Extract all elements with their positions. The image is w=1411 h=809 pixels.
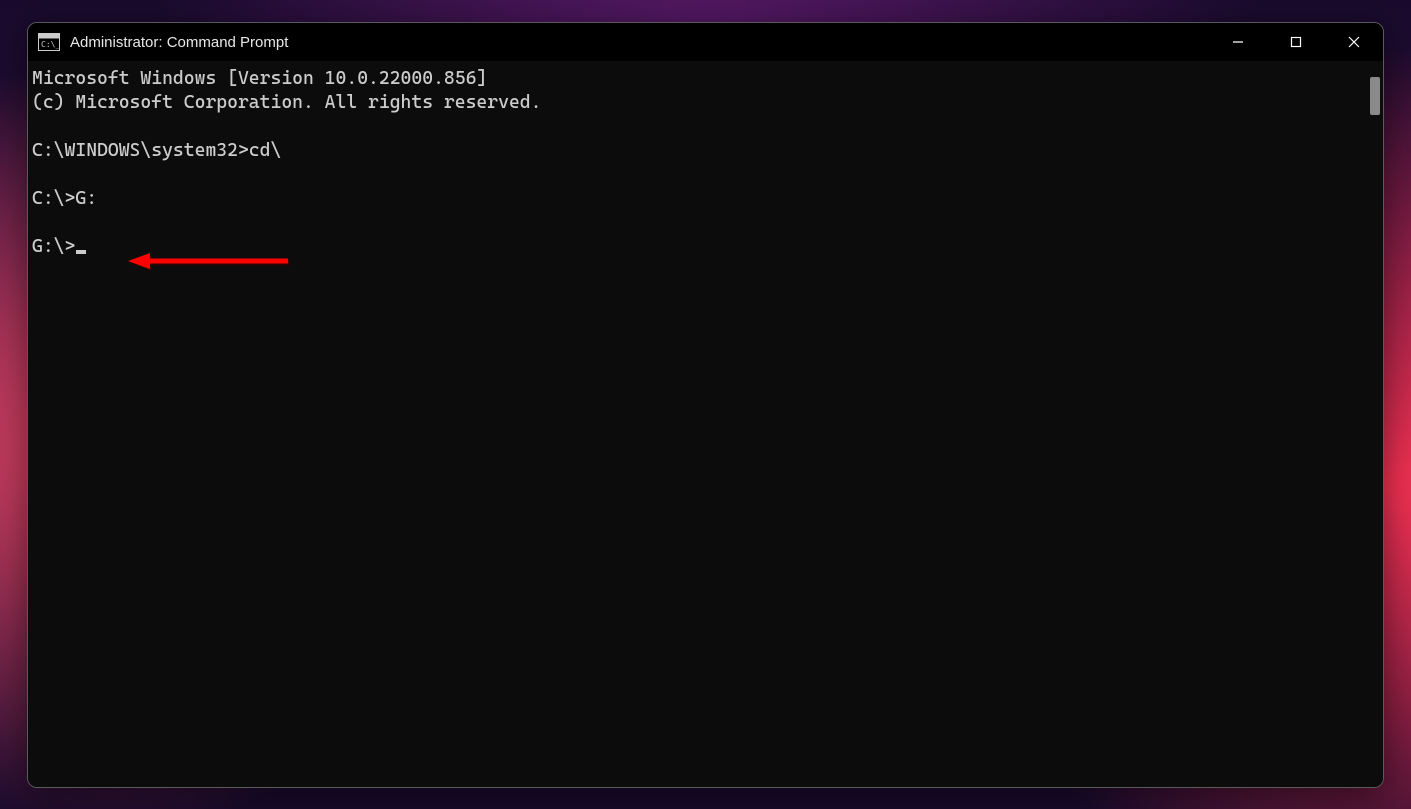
scrollbar-thumb[interactable]	[1370, 77, 1380, 115]
terminal-line: G:\>	[32, 236, 75, 257]
minimize-button[interactable]	[1209, 23, 1267, 61]
terminal-line: C:\WINDOWS\system32>cd\	[32, 140, 281, 161]
annotation-arrow-icon	[128, 249, 298, 273]
window-controls	[1209, 23, 1383, 61]
terminal-line: C:\>G:	[32, 188, 97, 209]
titlebar[interactable]: C:\_ Administrator: Command Prompt	[28, 23, 1383, 61]
terminal-line: (c) Microsoft Corporation. All rights re…	[32, 92, 541, 113]
cmd-icon: C:\_	[38, 33, 60, 51]
close-button[interactable]	[1325, 23, 1383, 61]
window-title: Administrator: Command Prompt	[70, 34, 288, 51]
command-prompt-window: C:\_ Administrator: Command Prompt Micro…	[27, 22, 1384, 788]
svg-text:C:\_: C:\_	[41, 40, 60, 49]
cursor	[76, 250, 86, 254]
vertical-scrollbar[interactable]	[1367, 61, 1383, 787]
terminal-line: Microsoft Windows [Version 10.0.22000.85…	[32, 68, 487, 89]
maximize-button[interactable]	[1267, 23, 1325, 61]
terminal-output[interactable]: Microsoft Windows [Version 10.0.22000.85…	[28, 61, 1367, 787]
